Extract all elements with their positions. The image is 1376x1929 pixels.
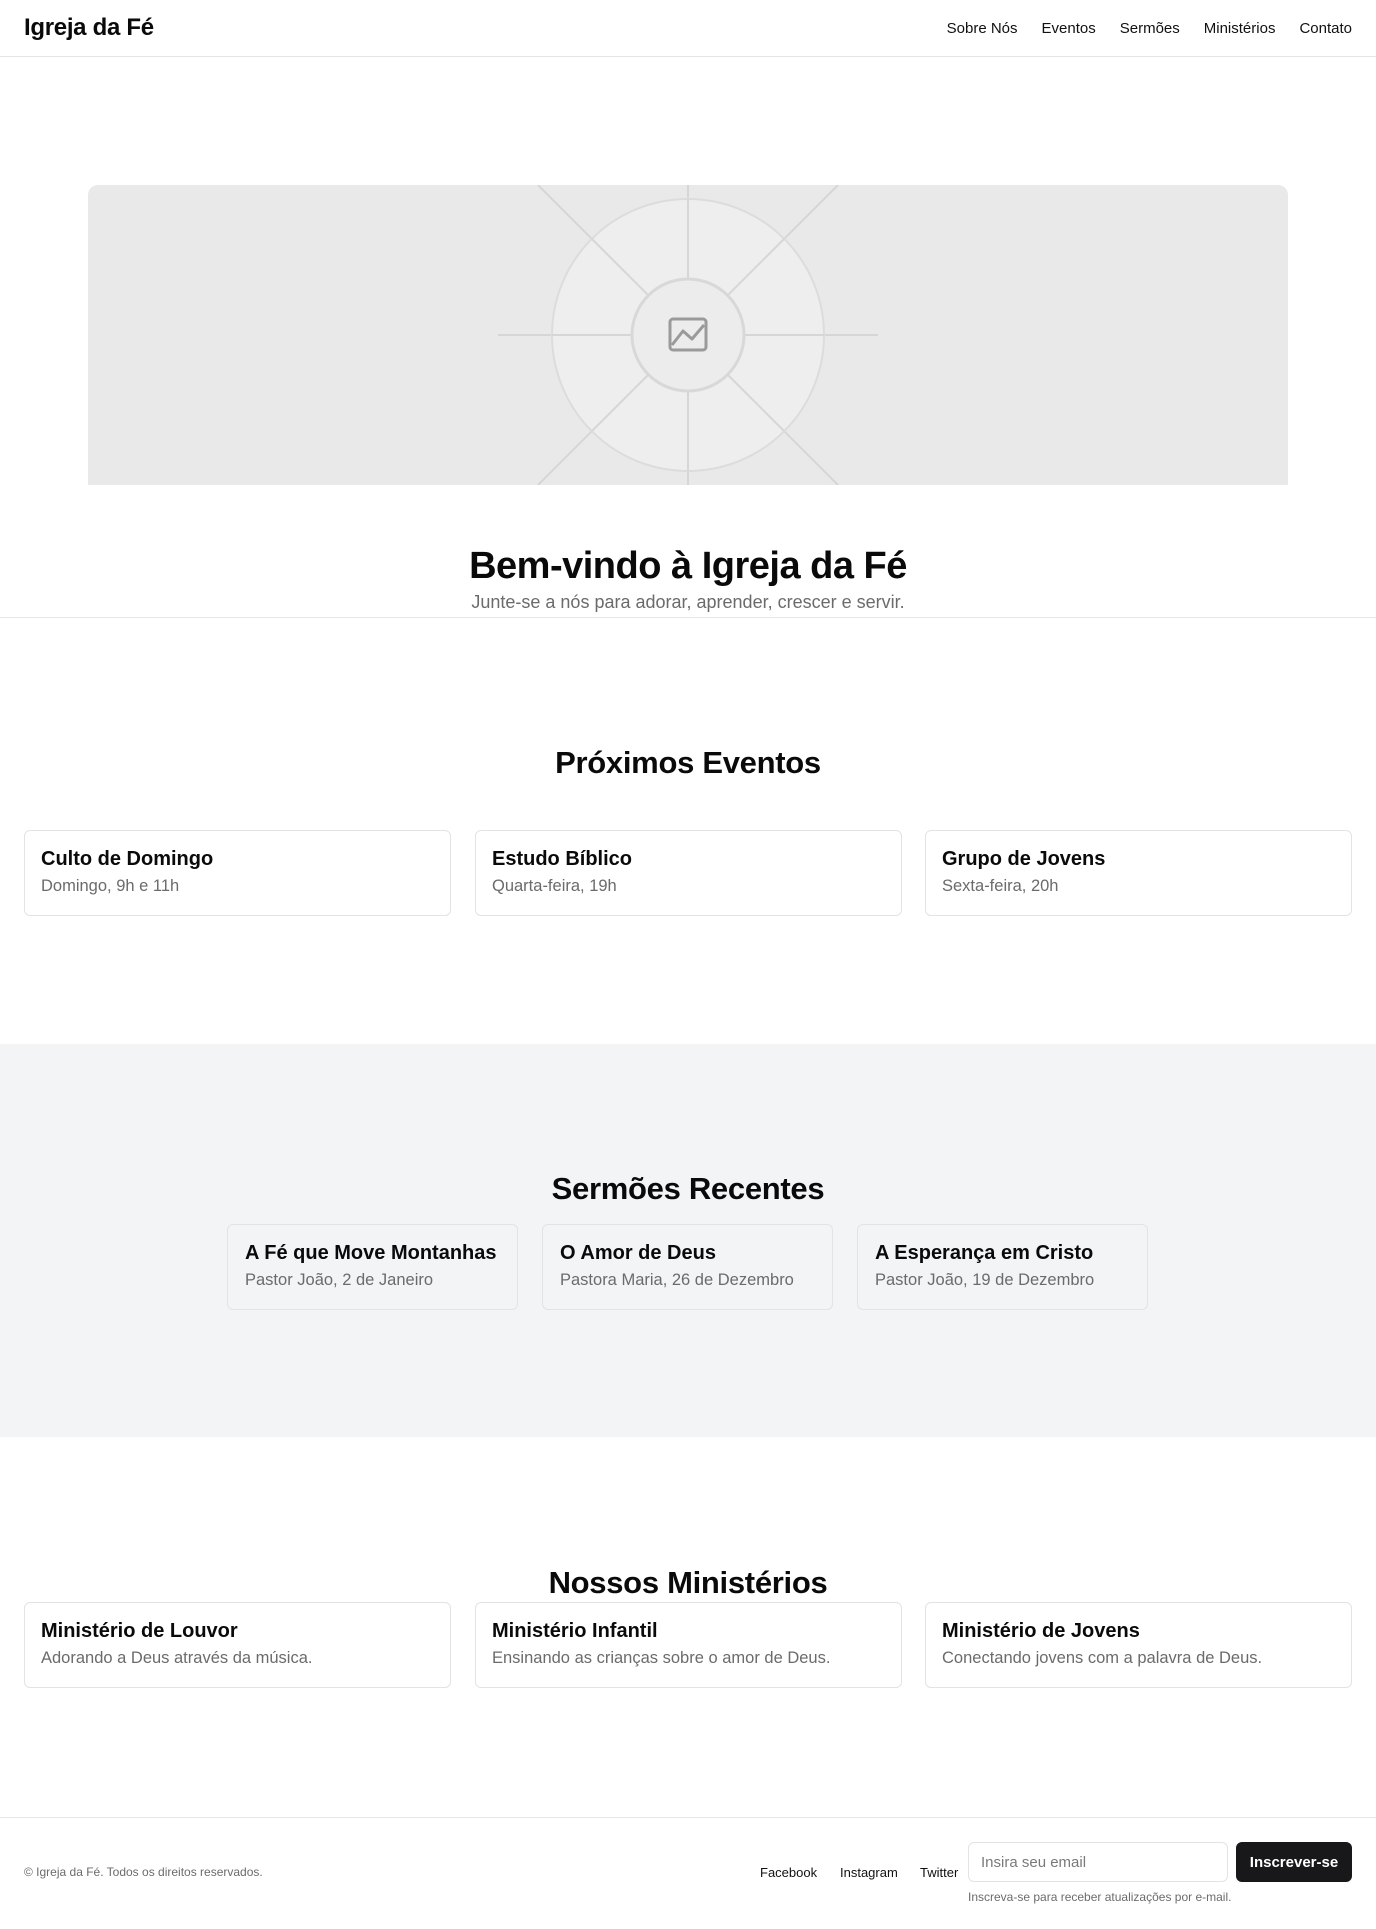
- twitter-link[interactable]: Twitter: [920, 1865, 958, 1880]
- hero-title: Bem-vindo à Igreja da Fé: [469, 545, 907, 587]
- sermon-detail: Pastor João, 2 de Janeiro: [245, 1271, 434, 1289]
- sermon-card[interactable]: A Esperança em Cristo Pastor João, 19 de…: [857, 1224, 1148, 1310]
- nav-link-contato[interactable]: Contato: [1299, 20, 1352, 37]
- site-header: Igreja da Fé Sobre Nós Eventos Sermões M…: [0, 0, 1376, 57]
- events-title: Próximos Eventos: [555, 745, 821, 780]
- ministry-detail: Adorando a Deus através da música.: [41, 1649, 313, 1667]
- ministries-title: Nossos Ministérios: [548, 1565, 828, 1600]
- main-nav: Sobre Nós Eventos Sermões Ministérios Co…: [947, 20, 1352, 37]
- nav-link-sobre-nos[interactable]: Sobre Nós: [947, 20, 1018, 37]
- event-card[interactable]: Culto de Domingo Domingo, 9h e 11h: [24, 830, 451, 916]
- email-input[interactable]: [968, 1842, 1228, 1882]
- nav-link-eventos[interactable]: Eventos: [1042, 20, 1096, 37]
- copyright-text: © Igreja da Fé. Todos os direitos reserv…: [24, 1865, 263, 1879]
- brand-logo[interactable]: Igreja da Fé: [24, 14, 154, 42]
- sermon-title: A Esperança em Cristo: [875, 1242, 1094, 1264]
- sermon-title: A Fé que Move Montanhas: [245, 1242, 497, 1264]
- sermons-title: Sermões Recentes: [551, 1171, 825, 1206]
- event-title: Estudo Bíblico: [492, 848, 632, 870]
- section-divider: [0, 617, 1376, 618]
- sermon-detail: Pastor João, 19 de Dezembro: [875, 1271, 1095, 1289]
- image-placeholder-icon: [498, 185, 878, 485]
- ministry-card[interactable]: Ministério de Louvor Adorando a Deus atr…: [24, 1602, 451, 1688]
- ministry-card[interactable]: Ministério de Jovens Conectando jovens c…: [925, 1602, 1352, 1688]
- subscribe-note: Inscreva-se para receber atualizações po…: [968, 1890, 1232, 1904]
- sermon-detail: Pastora Maria, 26 de Dezembro: [560, 1271, 794, 1289]
- subscribe-button[interactable]: Inscrever-se: [1236, 1842, 1352, 1882]
- event-detail: Sexta-feira, 20h: [942, 877, 1059, 895]
- footer-divider: [0, 1817, 1376, 1818]
- ministry-title: Ministério Infantil: [492, 1620, 658, 1642]
- event-card[interactable]: Estudo Bíblico Quarta-feira, 19h: [475, 830, 902, 916]
- nav-link-sermoes[interactable]: Sermões: [1120, 20, 1180, 37]
- ministry-card[interactable]: Ministério Infantil Ensinando as criança…: [475, 1602, 902, 1688]
- sermon-card[interactable]: A Fé que Move Montanhas Pastor João, 2 d…: [227, 1224, 518, 1310]
- sermon-card[interactable]: O Amor de Deus Pastora Maria, 26 de Deze…: [542, 1224, 833, 1310]
- hero-image-placeholder: [88, 185, 1288, 485]
- instagram-link[interactable]: Instagram: [840, 1865, 898, 1880]
- event-card[interactable]: Grupo de Jovens Sexta-feira, 20h: [925, 830, 1352, 916]
- hero-subtitle: Junte-se a nós para adorar, aprender, cr…: [471, 592, 905, 612]
- ministry-title: Ministério de Jovens: [942, 1620, 1140, 1642]
- event-detail: Quarta-feira, 19h: [492, 877, 617, 895]
- ministry-title: Ministério de Louvor: [41, 1620, 238, 1642]
- sermon-title: O Amor de Deus: [560, 1242, 716, 1264]
- ministry-detail: Conectando jovens com a palavra de Deus.: [942, 1649, 1263, 1667]
- nav-link-ministerios[interactable]: Ministérios: [1204, 20, 1276, 37]
- event-title: Culto de Domingo: [41, 848, 214, 870]
- facebook-link[interactable]: Facebook: [760, 1865, 817, 1880]
- event-title: Grupo de Jovens: [942, 848, 1106, 870]
- event-detail: Domingo, 9h e 11h: [41, 877, 180, 895]
- ministry-detail: Ensinando as crianças sobre o amor de De…: [492, 1649, 831, 1667]
